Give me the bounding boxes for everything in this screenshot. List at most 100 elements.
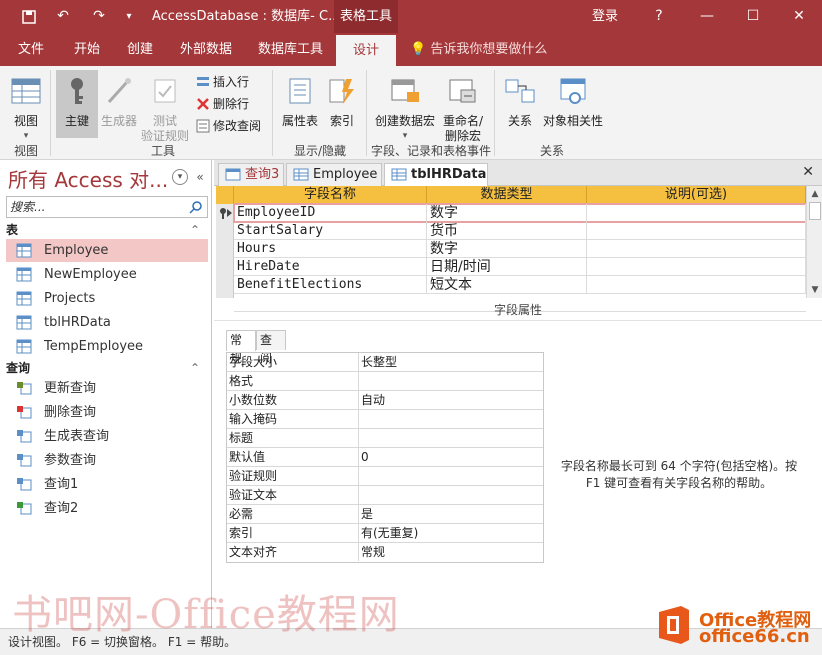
property-sheet-button[interactable]: 属性表 bbox=[278, 70, 322, 138]
modify-lookups-button[interactable]: 修改查阅 bbox=[196, 116, 261, 136]
doc-tab-query3[interactable]: 查询3 bbox=[218, 163, 284, 186]
insert-rows-button[interactable]: 插入行 bbox=[196, 72, 249, 92]
nav-query-item[interactable]: 删除查询 bbox=[6, 401, 208, 424]
maximize-button[interactable]: ☐ bbox=[730, 0, 776, 33]
nav-query-item[interactable]: 查询1 bbox=[6, 473, 208, 496]
tab-create[interactable]: 创建 bbox=[127, 33, 153, 66]
shutter-bar-close-icon[interactable]: « bbox=[192, 169, 208, 185]
tab-design[interactable]: 设计 bbox=[336, 35, 396, 66]
minimize-button[interactable]: — bbox=[684, 0, 730, 33]
office-logo-icon bbox=[659, 606, 689, 644]
property-row[interactable]: 索引 有(无重复) bbox=[227, 524, 543, 543]
primary-key-button[interactable]: 主键 bbox=[56, 70, 98, 138]
tab-general[interactable]: 常规 bbox=[226, 330, 256, 365]
property-row[interactable]: 文本对齐 常规 bbox=[227, 543, 543, 562]
property-value[interactable]: 长整型 bbox=[361, 353, 397, 371]
grid-vertical-scrollbar[interactable]: ▲ ▼ bbox=[806, 186, 822, 298]
data-type-cell[interactable]: 日期/时间 bbox=[427, 258, 587, 276]
tab-database-tools[interactable]: 数据库工具 bbox=[258, 33, 323, 66]
nav-query-item[interactable]: 参数查询 bbox=[6, 449, 208, 472]
indexes-button[interactable]: 索引 bbox=[324, 70, 360, 138]
property-row[interactable]: 字段大小 长整型 bbox=[227, 353, 543, 372]
property-row[interactable]: 必需是 bbox=[227, 505, 543, 524]
data-type-cell[interactable]: 数字 bbox=[427, 204, 587, 222]
nav-table-item[interactable]: NewEmployee bbox=[6, 263, 208, 286]
property-value[interactable]: 常规 bbox=[361, 543, 385, 561]
property-row[interactable]: 输入掩码 bbox=[227, 410, 543, 429]
help-button[interactable]: ? bbox=[636, 0, 682, 33]
property-row[interactable]: 标题 bbox=[227, 429, 543, 448]
property-value[interactable]: 是 bbox=[361, 505, 373, 523]
save-icon[interactable] bbox=[18, 0, 40, 33]
field-name-cell[interactable]: StartSalary bbox=[234, 222, 427, 240]
object-dependencies-button[interactable]: 对象相关性 bbox=[540, 70, 606, 138]
undo-icon[interactable]: ↶ bbox=[52, 0, 74, 33]
nav-section-tables[interactable]: 表 ⌃ bbox=[6, 220, 208, 240]
field-row[interactable]: Hours 数字 bbox=[234, 240, 806, 258]
doc-tab-tblhrdata[interactable]: tblHRData bbox=[384, 163, 488, 187]
nav-query-item[interactable]: 更新查询 bbox=[6, 377, 208, 400]
nav-menu-chevron-icon[interactable]: ▾ bbox=[172, 169, 188, 185]
data-type-cell[interactable]: 数字 bbox=[427, 240, 587, 258]
nav-pane-title[interactable]: 所有 Access 对... bbox=[8, 164, 168, 193]
doc-tab-employee[interactable]: Employee bbox=[286, 163, 382, 186]
field-name-cell[interactable]: BenefitElections bbox=[234, 276, 427, 294]
nav-query-item[interactable]: 生成表查询 bbox=[6, 425, 208, 448]
test-rules-label-1: 测试 bbox=[152, 114, 177, 128]
scroll-thumb[interactable] bbox=[809, 202, 821, 220]
nav-section-queries[interactable]: 查询 ⌃ bbox=[6, 358, 208, 378]
nav-search-input[interactable]: 搜索... bbox=[6, 196, 208, 218]
description-cell[interactable] bbox=[587, 222, 806, 240]
tab-lookup[interactable]: 查阅 bbox=[256, 330, 286, 365]
redo-icon[interactable]: ↷ bbox=[88, 0, 110, 33]
scroll-up-icon[interactable]: ▲ bbox=[807, 186, 822, 202]
tab-file[interactable]: 文件 bbox=[18, 33, 44, 66]
field-name-cell[interactable]: Hours bbox=[234, 240, 427, 258]
sign-in-link[interactable]: 登录 bbox=[592, 0, 618, 33]
property-name: 标题 bbox=[227, 429, 359, 447]
nav-table-item[interactable]: Projects bbox=[6, 287, 208, 310]
field-row[interactable]: BenefitElections 短文本 bbox=[234, 276, 806, 294]
property-value[interactable]: 有(无重复) bbox=[361, 524, 418, 542]
property-row[interactable]: 默认值 0 bbox=[227, 448, 543, 467]
property-row[interactable]: 格式 bbox=[227, 372, 543, 391]
close-button[interactable]: ✕ bbox=[776, 0, 822, 33]
nav-query-item[interactable]: 查询2 bbox=[6, 497, 208, 520]
collapse-chevron-icon: ⌃ bbox=[189, 223, 200, 237]
tab-external-data[interactable]: 外部数据 bbox=[180, 33, 232, 66]
nav-table-label: TempEmployee bbox=[44, 339, 144, 354]
tell-me-box[interactable]: 💡 告诉我你想要做什么 bbox=[410, 33, 547, 66]
field-row[interactable]: EmployeeID 数字 bbox=[233, 203, 807, 223]
field-row[interactable]: HireDate 日期/时间 bbox=[234, 258, 806, 276]
view-button[interactable]: 视图 ▾ bbox=[4, 70, 48, 141]
rename-delete-macro-button[interactable]: 重命名/ 删除宏 bbox=[440, 70, 486, 143]
customize-qat-icon[interactable]: ▾ bbox=[118, 0, 140, 33]
property-row[interactable]: 小数位数 自动 bbox=[227, 391, 543, 410]
tab-home[interactable]: 开始 bbox=[74, 33, 100, 66]
field-name-cell[interactable]: EmployeeID bbox=[234, 204, 427, 222]
field-name-cell[interactable]: HireDate bbox=[234, 258, 427, 276]
table-icon bbox=[16, 315, 32, 330]
group-tools-label: 工具 bbox=[150, 144, 175, 158]
description-cell[interactable] bbox=[587, 258, 806, 276]
test-validation-rules-button[interactable]: 测试 验证规则 bbox=[140, 70, 190, 143]
data-type-cell[interactable]: 货币 bbox=[427, 222, 587, 240]
nav-table-item[interactable]: tblHRData bbox=[6, 311, 208, 334]
relationships-button[interactable]: 关系 bbox=[500, 70, 540, 138]
field-row[interactable]: StartSalary 货币 bbox=[234, 222, 806, 240]
description-cell[interactable] bbox=[587, 240, 806, 258]
builder-button[interactable]: 生成器 bbox=[98, 70, 140, 138]
close-document-icon[interactable]: ✕ bbox=[802, 164, 814, 180]
description-cell[interactable] bbox=[587, 204, 806, 222]
property-value[interactable]: 0 bbox=[361, 448, 369, 466]
description-cell[interactable] bbox=[587, 276, 806, 294]
property-row[interactable]: 验证文本 bbox=[227, 486, 543, 505]
create-data-macros-button[interactable]: 创建数据宏 ▾ bbox=[372, 70, 438, 141]
property-value[interactable]: 自动 bbox=[361, 391, 385, 409]
nav-table-item[interactable]: Employee bbox=[6, 239, 208, 262]
data-type-cell[interactable]: 短文本 bbox=[427, 276, 587, 294]
nav-table-item[interactable]: TempEmployee bbox=[6, 335, 208, 358]
property-row[interactable]: 验证规则 bbox=[227, 467, 543, 486]
scroll-down-icon[interactable]: ▼ bbox=[807, 282, 822, 298]
delete-rows-button[interactable]: 删除行 bbox=[196, 94, 249, 114]
